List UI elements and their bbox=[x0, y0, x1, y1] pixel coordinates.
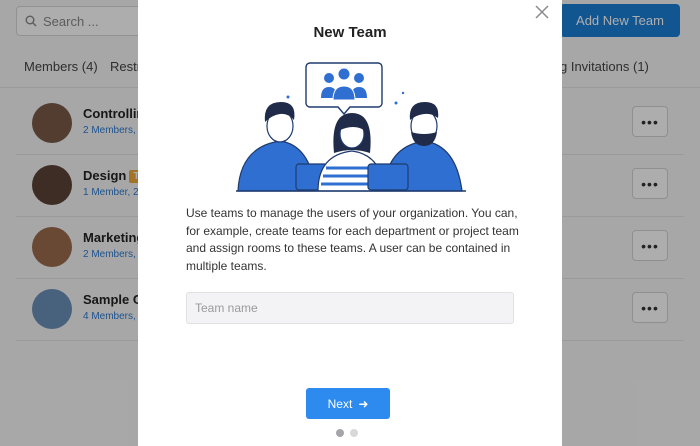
team-illustration bbox=[236, 62, 466, 192]
person-right bbox=[367, 102, 463, 192]
team-name-input[interactable] bbox=[186, 292, 514, 324]
next-button-label: Next bbox=[327, 396, 353, 411]
step-dot-2[interactable] bbox=[350, 429, 358, 437]
dialog-title: New Team bbox=[313, 24, 387, 41]
new-team-dialog: New Team Use teams to manage the users o… bbox=[138, 0, 562, 446]
dialog-description: Use teams to manage the users of your or… bbox=[186, 206, 519, 273]
next-button[interactable]: Next ➜ bbox=[306, 388, 390, 419]
close-icon[interactable] bbox=[533, 3, 551, 21]
step-indicator bbox=[336, 429, 358, 437]
step-dot-1[interactable] bbox=[336, 429, 344, 437]
team-bubble-icon bbox=[305, 62, 383, 116]
arrow-right-icon: ➜ bbox=[358, 396, 369, 411]
